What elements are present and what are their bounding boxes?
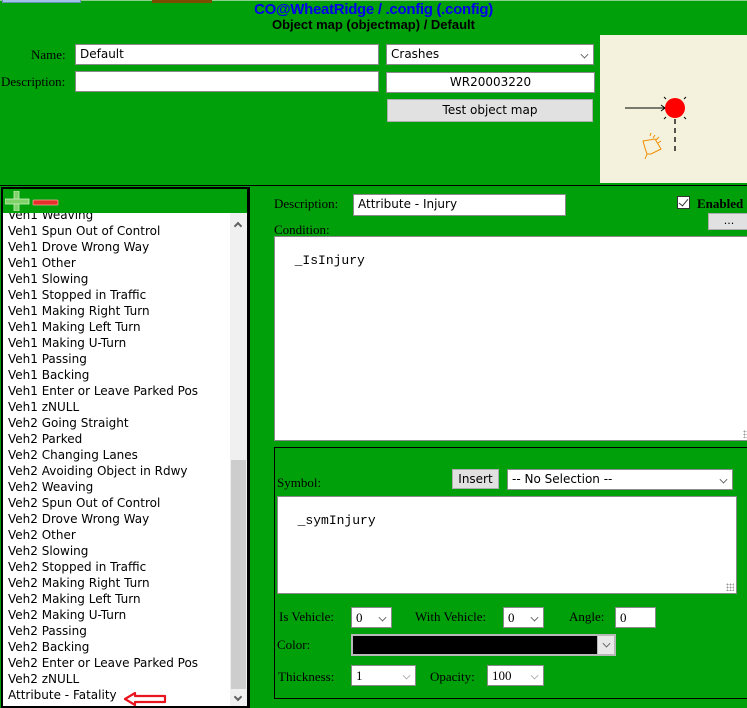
list-item[interactable]: Veh1 Slowing xyxy=(3,271,247,287)
angle-label: Angle: xyxy=(569,609,605,624)
enabled-label: Enabled xyxy=(697,196,744,211)
is-vehicle-value: 0 xyxy=(356,610,363,625)
list-item[interactable]: Veh2 Backing xyxy=(3,639,247,655)
symbol-select-value: -- No Selection -- xyxy=(512,472,613,486)
minus-icon[interactable] xyxy=(32,199,59,206)
page-subtitle: Object map (objectmap) / Default xyxy=(272,17,475,32)
list-item[interactable]: Veh2 Slowing xyxy=(3,543,247,559)
name-input[interactable]: Default xyxy=(75,44,379,65)
app-title: CO@WheatRidge / .config (.config) xyxy=(254,1,493,18)
description-input[interactable] xyxy=(75,71,379,92)
list-item[interactable]: Veh2 Weaving xyxy=(3,479,247,495)
list-item[interactable]: Veh1 Weaving xyxy=(3,213,247,223)
list-item[interactable]: Veh2 Enter or Leave Parked Pos xyxy=(3,655,247,671)
list-scrollbar-thumb[interactable] xyxy=(231,460,246,689)
color-select[interactable] xyxy=(351,634,616,656)
list-item[interactable]: Veh2 Making U-Turn xyxy=(3,607,247,623)
list-items: Veh1 Weaving Veh1 Spun Out of Control Veh1… xyxy=(3,213,247,703)
chevron-down-icon xyxy=(602,639,611,648)
condition-textarea[interactable]: _IsInjury xyxy=(274,236,747,441)
symbol-text: _symInjury xyxy=(297,513,376,528)
angle-input[interactable]: 0 xyxy=(615,607,656,628)
object-list-panel: Veh1 Weaving Veh1 Spun Out of Control Veh1… xyxy=(1,187,249,708)
list-item[interactable]: Veh1 Other xyxy=(3,255,247,271)
test-object-map-button[interactable]: Test object map xyxy=(387,99,593,122)
resize-grip-icon[interactable] xyxy=(726,583,734,591)
detail-description-input[interactable]: Attribute - Injury xyxy=(353,194,566,216)
color-swatch xyxy=(353,636,597,654)
list-toolbar-icons xyxy=(5,191,59,211)
name-label: Name: xyxy=(31,47,66,62)
list-item[interactable]: Veh2 Drove Wrong Way xyxy=(3,511,247,527)
list-item[interactable]: Veh2 Passing xyxy=(3,623,247,639)
list-item[interactable]: Veh2 Other xyxy=(3,527,247,543)
symbol-select[interactable]: -- No Selection -- xyxy=(507,469,733,490)
chevron-down-icon xyxy=(530,671,539,680)
thickness-select[interactable]: 1 xyxy=(351,665,416,686)
chevron-down-icon xyxy=(378,613,387,622)
thickness-value: 1 xyxy=(356,668,363,683)
thickness-label: Thickness: xyxy=(278,669,335,684)
chevron-down-icon xyxy=(719,475,728,484)
with-vehicle-select[interactable]: 0 xyxy=(503,607,544,628)
list-item[interactable]: Veh1 Making Right Turn xyxy=(3,303,247,319)
list-item[interactable]: Veh2 Making Left Turn xyxy=(3,591,247,607)
list-item[interactable]: Veh2 zNULL xyxy=(3,671,247,687)
scroll-down-icon[interactable] xyxy=(233,692,243,702)
color-label: Color: xyxy=(277,637,311,652)
list-item[interactable]: Veh1 Stopped in Traffic xyxy=(3,287,247,303)
section-divider xyxy=(0,185,747,186)
list-item[interactable]: Veh2 Going Straight xyxy=(3,415,247,431)
list-item[interactable]: Veh1 Enter or Leave Parked Pos xyxy=(3,383,247,399)
opacity-value: 100 xyxy=(492,668,512,683)
preview-canvas xyxy=(625,96,687,160)
symbol-preview xyxy=(600,35,747,183)
list-item[interactable]: Veh2 Spun Out of Control xyxy=(3,495,247,511)
category-select-value: Crashes xyxy=(391,47,440,61)
more-options-button[interactable]: ... xyxy=(708,213,747,230)
enabled-checkbox[interactable] xyxy=(677,196,690,209)
red-arrow-annotation-icon xyxy=(123,692,167,706)
symbol-label: Symbol: xyxy=(277,475,322,490)
scroll-up-icon[interactable] xyxy=(233,221,243,231)
list-item[interactable]: Veh1 Making U-Turn xyxy=(3,335,247,351)
insert-button[interactable]: Insert xyxy=(452,469,499,489)
list-item[interactable]: Veh1 Spun Out of Control xyxy=(3,223,247,239)
list-item[interactable]: Veh1 Making Left Turn xyxy=(3,319,247,335)
is-vehicle-select[interactable]: 0 xyxy=(351,607,392,628)
list-item[interactable]: Veh2 Stopped in Traffic xyxy=(3,559,247,575)
chevron-down-icon xyxy=(580,50,589,59)
category-select[interactable]: Crashes xyxy=(386,44,594,65)
arrow-line-icon xyxy=(625,104,666,112)
condition-text: _IsInjury xyxy=(294,253,365,268)
list-toolbar xyxy=(3,189,247,213)
list-item[interactable]: Veh1 Passing xyxy=(3,351,247,367)
orange-hand-icon xyxy=(642,132,662,160)
list-item[interactable]: Veh1 Backing xyxy=(3,367,247,383)
symbol-textarea[interactable]: _symInjury xyxy=(277,496,737,594)
list-item[interactable]: Veh2 Making Right Turn xyxy=(3,575,247,591)
list-scrollbar[interactable] xyxy=(230,213,247,706)
red-circle-marker-icon xyxy=(663,96,687,120)
detail-description-label: Description: xyxy=(274,196,339,211)
with-vehicle-value: 0 xyxy=(508,610,515,625)
object-list[interactable]: Veh1 Weaving Veh1 Spun Out of Control Veh1… xyxy=(3,213,247,706)
panel-divider xyxy=(249,187,250,708)
resize-grip-icon[interactable] xyxy=(743,430,747,438)
list-item[interactable]: Veh2 Changing Lanes xyxy=(3,447,247,463)
opacity-select[interactable]: 100 xyxy=(487,665,544,686)
list-item[interactable]: Veh1 zNULL xyxy=(3,399,247,415)
description-label: Description: xyxy=(1,74,66,89)
chevron-down-icon xyxy=(402,671,411,680)
chevron-down-icon xyxy=(530,613,539,622)
opacity-label: Opacity: xyxy=(430,669,475,684)
with-vehicle-label: With Vehicle: xyxy=(415,609,487,624)
color-dropdown-button[interactable] xyxy=(597,636,614,654)
plus-icon[interactable] xyxy=(5,191,30,211)
record-id-input[interactable]: WR20003220 xyxy=(386,72,595,93)
list-item[interactable]: Veh2 Parked xyxy=(3,431,247,447)
list-item[interactable]: Veh2 Avoiding Object in Rdwy xyxy=(3,463,247,479)
is-vehicle-label: Is Vehicle: xyxy=(279,609,334,624)
list-item[interactable]: Veh1 Drove Wrong Way xyxy=(3,239,247,255)
